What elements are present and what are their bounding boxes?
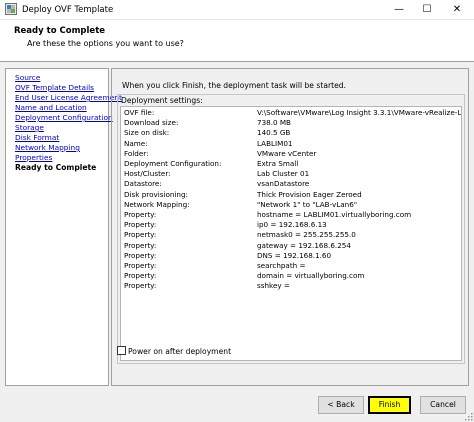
settings-row: Host/Cluster: Lab Cluster 01 [121,169,461,179]
wizard-footer: < Back Finish Cancel [0,386,474,422]
settings-row: Datastore: vsanDatastore [121,179,461,189]
settings-key: Property: [124,230,157,240]
resize-grip-icon[interactable] [465,413,473,421]
settings-row: Name: LABLIM01 [121,139,461,149]
settings-value: domain = virtuallyboring.com [257,271,365,281]
power-on-label[interactable]: Power on after deployment [128,347,231,356]
nav-step-deployment-configuration[interactable]: Deployment Configuration [6,113,113,123]
maximize-icon[interactable]: ☐ [414,0,440,20]
close-icon[interactable]: ✕ [444,0,470,20]
wizard-header: Ready to Complete Are these the options … [0,20,474,62]
settings-row: Deployment Configuration: Extra Small [121,159,461,169]
nav-step-storage[interactable]: Storage [6,123,108,133]
settings-value: LABLIM01 [257,138,293,148]
finish-info-text: When you click Finish, the deployment ta… [122,81,346,90]
settings-key: Property: [124,271,157,281]
deployment-settings-label: Deployment settings: [121,96,203,105]
settings-key: Property: [124,250,157,260]
nav-step-ovf-template-details[interactable]: OVF Template Details [6,83,108,93]
cancel-button[interactable]: Cancel [420,396,466,414]
settings-key: OVF file: [124,108,155,117]
nav-step-source[interactable]: Source [6,73,108,83]
settings-key: Property: [124,261,157,270]
settings-key: Download size: [124,118,179,128]
settings-key: Property: [124,281,157,291]
settings-row: Folder: VMware vCenter [121,149,461,159]
nav-step-disk-format[interactable]: Disk Format [6,133,108,143]
settings-row: Property: hostname = LABLIM01.virtuallybo… [121,210,461,220]
settings-key: Deployment Configuration: [124,159,222,168]
settings-value: gateway = 192.168.6.254 [257,240,351,250]
settings-key: Disk provisioning: [124,189,188,199]
settings-row: Network Mapping: "Network 1" to "LAB-vLan… [121,200,461,210]
settings-value: V:\Software\VMware\Log Insight 3.3.1\VMw… [257,108,461,117]
settings-key: Property: [124,240,157,250]
settings-value: searchpath = [257,261,306,270]
window-title: Deploy OVF Template [22,5,114,15]
minimize-icon[interactable]: — [386,0,412,20]
settings-row: Size on disk: 140.5 GB [121,128,461,138]
back-button[interactable]: < Back [318,396,364,414]
page-title: Ready to Complete [14,26,106,36]
settings-row: Property: domain = virtuallyboring.com [121,271,461,281]
settings-row: Property: netmask0 = 255.255.255.0 [121,230,461,240]
nav-step-ready-to-complete: Ready to Complete [15,163,97,172]
settings-key: Size on disk: [124,128,170,138]
settings-key: Host/Cluster: [124,169,171,179]
nav-step-eula[interactable]: End User License Agreement [6,93,122,103]
vsphere-app-icon [5,3,17,15]
power-on-checkbox[interactable] [117,346,126,355]
settings-value: sshkey = [257,281,290,291]
settings-value: VMware vCenter [257,148,317,158]
settings-key: Property: [124,220,157,230]
settings-value: hostname = LABLIM01.virtuallyboring.com [257,210,412,219]
settings-value: vsanDatastore [257,179,310,189]
settings-key: Network Mapping: [124,199,190,209]
page-subtitle: Are these the options you want to use? [27,39,184,48]
deployment-settings-list[interactable]: OVF file: V:\Software\VMware\Log Insight … [120,106,462,361]
main-panel: When you click Finish, the deployment ta… [111,68,469,386]
settings-row: Property: ip0 = 192.168.6.13 [121,220,461,230]
settings-row: Disk provisioning: Thick Provision Eager … [121,190,461,200]
settings-value: 738.0 MB [257,118,291,128]
settings-value: Lab Cluster 01 [257,169,310,179]
settings-value: "Network 1" to "LAB-vLan6" [257,199,358,209]
deployment-settings-group: Deployment settings: OVF file: V:\Softwar… [117,94,465,364]
settings-key: Name: [124,138,148,148]
settings-value: ip0 = 192.168.6.13 [257,220,327,230]
settings-value: DNS = 192.168.1.60 [257,250,332,260]
settings-row: OVF file: V:\Software\VMware\Log Insight … [121,108,461,118]
settings-key: Folder: [124,148,149,158]
settings-value: Thick Provision Eager Zeroed [257,189,362,199]
settings-value: Extra Small [257,159,299,168]
settings-value: netmask0 = 255.255.255.0 [257,230,356,240]
settings-row: Property: sshkey = [121,281,461,291]
window-titlebar: Deploy OVF Template — ☐ ✕ [0,0,474,20]
finish-button[interactable]: Finish [368,396,411,414]
settings-value: 140.5 GB [257,128,291,138]
wizard-steps-nav: Source OVF Template Details End User Lic… [5,68,122,386]
nav-step-properties[interactable]: Properties [6,153,108,163]
nav-step-name-and-location[interactable]: Name and Location [6,103,108,113]
settings-row: Download size: 738.0 MB [121,118,461,128]
settings-row: Property: DNS = 192.168.1.60 [121,251,461,261]
settings-key: Datastore: [124,179,162,189]
settings-key: Property: [124,210,157,219]
settings-row: Property: gateway = 192.168.6.254 [121,241,461,251]
nav-step-network-mapping[interactable]: Network Mapping [6,143,108,153]
settings-row: Property: searchpath = [121,261,461,271]
